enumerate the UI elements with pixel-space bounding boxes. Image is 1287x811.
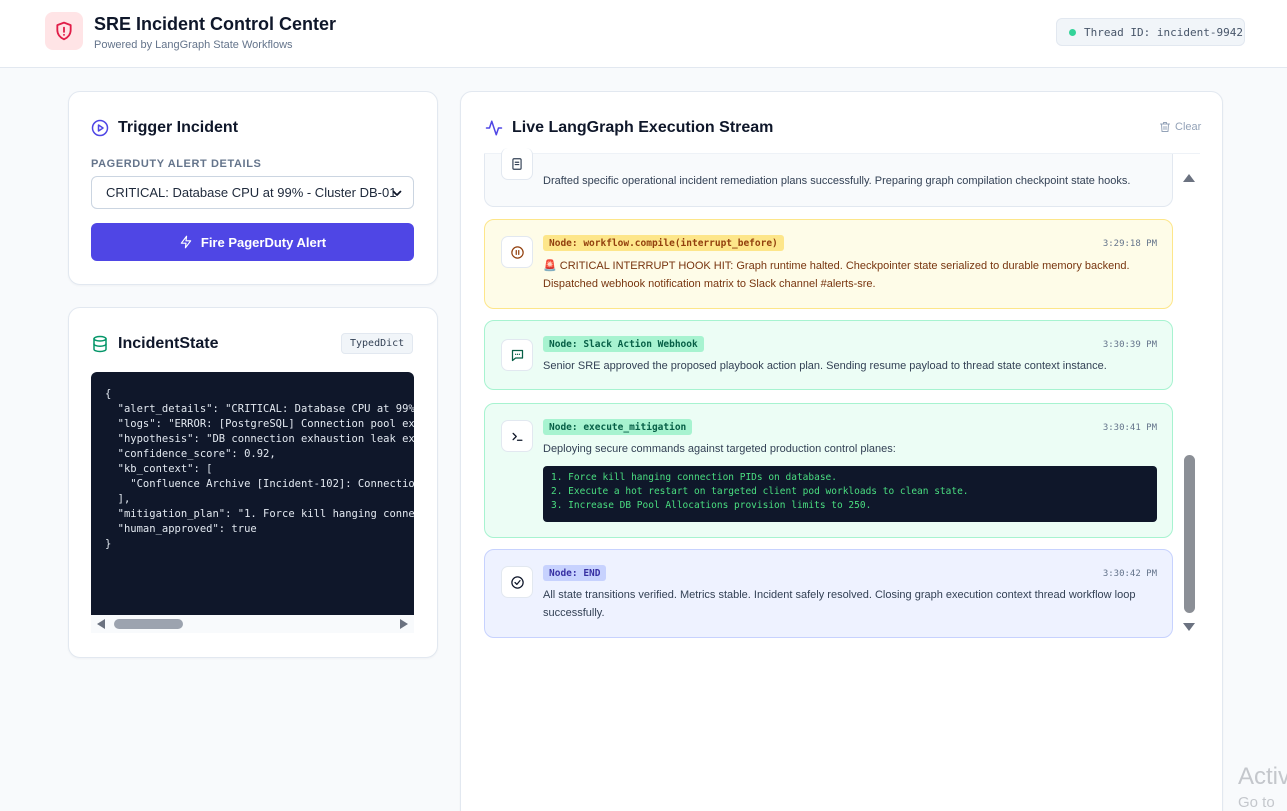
stream-entry-message: 🚨 CRITICAL INTERRUPT HOOK HIT: Graph run… [543, 260, 1130, 290]
state-json-viewer[interactable]: { "alert_details": "CRITICAL: Database C… [91, 372, 414, 615]
database-icon [93, 335, 107, 353]
entry-timestamp: 3:29:18 PM [1102, 239, 1157, 249]
entry-timestamp: 3:30:41 PM [1102, 423, 1157, 433]
code-line: ], [105, 493, 131, 505]
document-icon [501, 148, 533, 180]
scroll-up-arrow-icon[interactable] [1183, 174, 1195, 182]
command-line: 3. Increase DB Pool Allocations provisio… [551, 500, 872, 511]
app-header: SRE Incident Control Center Powered by L… [0, 0, 1287, 68]
code-line: "mitigation_plan": "1. Force kill hangin… [105, 508, 414, 520]
stream-entry-message: Senior SRE approved the proposed playboo… [543, 360, 1107, 372]
node-tag: Node: workflow.compile(interrupt_before) [543, 235, 784, 251]
code-line: "confidence_score": 0.92, [105, 448, 276, 460]
code-line: { [105, 388, 112, 400]
app-subtitle: Powered by LangGraph State Workflows [94, 39, 293, 51]
clear-stream-button[interactable]: Clear [1159, 121, 1201, 133]
code-line: "Confluence Archive [Incident-102]: Conn… [105, 478, 414, 490]
command-line: 1. Force kill hanging connection PIDs on… [551, 472, 837, 483]
mitigation-commands: 1. Force kill hanging connection PIDs on… [543, 466, 1157, 522]
horizontal-scrollbar[interactable] [91, 615, 414, 633]
activation-watermark: Activ [1238, 763, 1287, 790]
scroll-down-arrow-icon[interactable] [1183, 623, 1195, 631]
check-circle-icon [501, 566, 533, 598]
thread-id-text: Thread ID: incident-9942 [1084, 25, 1243, 39]
code-line: "kb_context": [ [105, 463, 213, 475]
stream-entry-message: Drafted specific operational incident re… [543, 175, 1131, 187]
execution-stream-card: Live LangGraph Execution Stream Clear Dr… [460, 91, 1223, 811]
stream-entry-message: Deploying secure commands against target… [543, 443, 896, 455]
typeddict-badge: TypedDict [341, 333, 414, 354]
node-tag: Node: END [543, 565, 607, 581]
stream-entry-plan: Drafted specific operational incident re… [484, 148, 1173, 207]
code-line: } [105, 538, 112, 550]
thread-id-badge: Thread ID: incident-9942 [1056, 18, 1245, 46]
command-line: 2. Execute a hot restart on targeted cli… [551, 486, 969, 497]
stream-entry-interrupt: Node: workflow.compile(interrupt_before)… [484, 219, 1173, 309]
trash-icon [1160, 122, 1170, 132]
message-square-icon [501, 339, 533, 371]
shield-alert-icon [45, 12, 83, 50]
pause-circle-icon [501, 236, 533, 268]
zap-icon [180, 235, 192, 249]
play-circle-icon [91, 119, 109, 137]
incident-state-title: IncidentState [91, 335, 218, 353]
activation-watermark-subtext: Go to [1238, 794, 1275, 811]
stream-entry-message: All state transitions verified. Metrics … [543, 589, 1136, 619]
scroll-right-arrow-icon[interactable] [400, 619, 408, 629]
terminal-icon [501, 420, 533, 452]
status-dot-icon [1069, 28, 1076, 36]
node-tag: Node: Slack Action Webhook [543, 336, 704, 352]
code-line: "hypothesis": "DB connection exhaustion … [105, 433, 414, 445]
stream-entry-end: Node: END 3:30:42 PM All state transitio… [484, 549, 1173, 638]
code-line: "logs": "ERROR: [PostgreSQL] Connection … [105, 418, 414, 430]
alert-select[interactable]: CRITICAL: Database CPU at 99% - Cluster … [91, 176, 414, 209]
stream-entry-slack: Node: Slack Action Webhook 3:30:39 PM Se… [484, 320, 1173, 390]
code-line: "alert_details": "CRITICAL: Database CPU… [105, 403, 414, 415]
horizontal-scroll-thumb[interactable] [114, 619, 183, 629]
app-title: SRE Incident Control Center [94, 14, 337, 34]
stream-entry-mitigation: Node: execute_mitigation 3:30:41 PM Depl… [484, 403, 1173, 538]
node-tag: Node: execute_mitigation [543, 419, 693, 435]
activity-icon [485, 120, 503, 136]
trigger-incident-title: Trigger Incident [91, 119, 238, 137]
alert-details-label: PAGERDUTY ALERT DETAILS [91, 158, 262, 170]
entry-timestamp: 3:30:39 PM [1102, 340, 1157, 350]
incident-state-card: IncidentState TypedDict { "alert_details… [68, 307, 438, 658]
vertical-scroll-thumb[interactable] [1184, 455, 1195, 613]
execution-stream-title: Live LangGraph Execution Stream [485, 119, 773, 137]
code-line: "human_approved": true [105, 523, 257, 535]
fire-alert-button[interactable]: Fire PagerDuty Alert [91, 223, 414, 261]
chevron-down-icon [392, 190, 402, 196]
trigger-incident-card: Trigger Incident PAGERDUTY ALERT DETAILS… [68, 91, 438, 285]
entry-timestamp: 3:30:42 PM [1102, 569, 1157, 579]
scroll-left-arrow-icon[interactable] [97, 619, 105, 629]
alert-select-value: CRITICAL: Database CPU at 99% - Cluster … [106, 185, 397, 200]
